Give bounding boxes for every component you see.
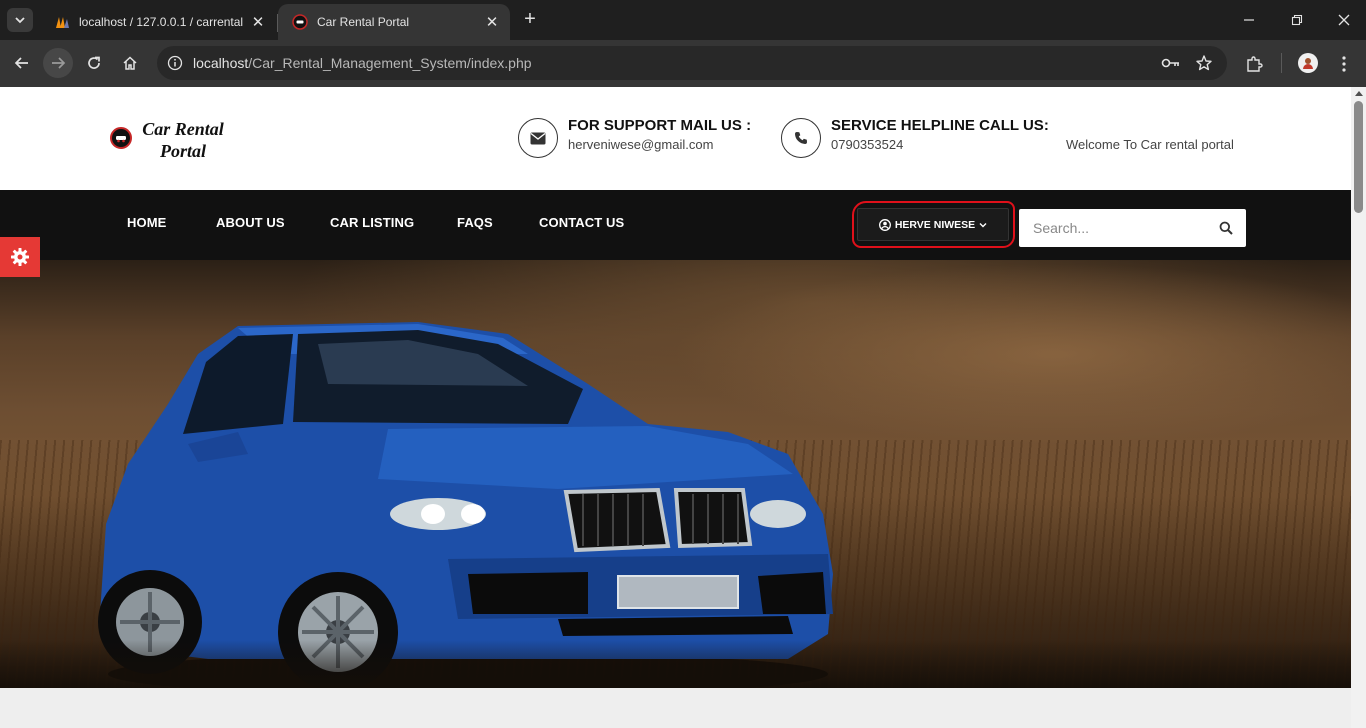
forward-icon[interactable]	[43, 48, 73, 78]
logo-line-2: Portal	[159, 141, 206, 161]
main-navbar: HOME ABOUT US CAR LISTING FAQS CONTACT U…	[0, 190, 1351, 260]
settings-gear-button[interactable]	[0, 237, 40, 277]
nav-faqs[interactable]: FAQS	[457, 215, 493, 230]
phone-icon	[781, 118, 821, 158]
site-header: Car Rental Portal FOR SUPPORT MAIL US : …	[0, 87, 1351, 190]
reload-icon[interactable]	[79, 48, 109, 78]
browser-tabstrip: localhost / 127.0.0.1 / carrental ✕ Car …	[0, 0, 1366, 40]
page-scrollbar[interactable]	[1351, 87, 1366, 728]
url-path: /Car_Rental_Management_System/index.php	[248, 55, 532, 71]
hero-car-image	[98, 322, 833, 688]
home-icon[interactable]	[115, 48, 145, 78]
tab-car-rental-portal[interactable]: Car Rental Portal ✕	[278, 4, 510, 40]
browser-toolbar: localhost/Car_Rental_Management_System/i…	[0, 40, 1366, 87]
nav-contact-us[interactable]: CONTACT US	[539, 215, 624, 230]
support-title: FOR SUPPORT MAIL US :	[568, 117, 752, 134]
page-viewport: Car Rental Portal FOR SUPPORT MAIL US : …	[0, 87, 1351, 728]
welcome-text: Welcome To Car rental portal	[1066, 137, 1234, 152]
car-logo-icon	[110, 127, 132, 149]
address-bar[interactable]: localhost/Car_Rental_Management_System/i…	[157, 46, 1227, 80]
scrollbar-thumb[interactable]	[1354, 101, 1363, 213]
url-text[interactable]: localhost/Car_Rental_Management_System/i…	[193, 55, 532, 71]
site-logo[interactable]: Car Rental Portal	[110, 118, 231, 162]
user-name: HERVE NIWESE	[894, 218, 976, 231]
close-tab-icon[interactable]: ✕	[482, 12, 502, 32]
logo-text: Car Rental Portal	[135, 118, 231, 162]
toolbar-separator	[1281, 53, 1282, 73]
search-input[interactable]	[1019, 209, 1205, 247]
logo-line-1: Car Rental	[142, 119, 224, 139]
tab-search-button[interactable]	[7, 8, 33, 32]
tab-phpmyadmin[interactable]: localhost / 127.0.0.1 / carrental ✕	[40, 4, 276, 40]
page-content-start	[0, 688, 1351, 728]
support-email[interactable]: herveniwese@gmail.com	[568, 137, 751, 152]
new-tab-icon[interactable]: +	[519, 9, 541, 31]
minimize-icon[interactable]	[1237, 8, 1261, 32]
hero-ground-shadow	[0, 640, 1351, 688]
hero-banner	[0, 260, 1351, 688]
envelope-icon	[518, 118, 558, 158]
tab-title: Car Rental Portal	[317, 15, 410, 29]
back-icon[interactable]	[7, 48, 37, 78]
site-info-icon[interactable]	[165, 53, 185, 73]
nav-about-us[interactable]: ABOUT US	[216, 215, 285, 230]
helpline-title: SERVICE HELPLINE CALL US:	[831, 117, 1049, 134]
url-host: localhost	[193, 55, 249, 71]
phpmyadmin-icon	[56, 17, 69, 28]
search-icon[interactable]	[1218, 220, 1234, 236]
extensions-puzzle-icon[interactable]	[1243, 53, 1265, 75]
more-menu-icon[interactable]	[1333, 53, 1355, 75]
bookmark-star-icon[interactable]	[1194, 53, 1214, 73]
nav-car-listing[interactable]: CAR LISTING	[330, 215, 414, 230]
scroll-up-arrow-icon[interactable]	[1355, 91, 1363, 96]
close-window-icon[interactable]	[1332, 8, 1356, 32]
close-tab-icon[interactable]: ✕	[248, 12, 268, 32]
support-mail-block: FOR SUPPORT MAIL US : herveniwese@gmail.…	[518, 118, 751, 158]
helpline-block: SERVICE HELPLINE CALL US: 0790353524	[781, 118, 1049, 158]
password-key-icon[interactable]	[1161, 53, 1181, 73]
user-circle-icon	[878, 218, 891, 231]
restore-icon[interactable]	[1285, 8, 1309, 32]
car-rental-icon	[292, 14, 308, 30]
chevron-down-icon	[979, 222, 987, 227]
chevron-down-icon	[15, 17, 25, 24]
site-search	[1019, 209, 1246, 247]
nav-home[interactable]: HOME	[127, 215, 166, 230]
gear-icon	[11, 248, 29, 266]
user-account-dropdown[interactable]: HERVE NIWESE	[857, 208, 1009, 241]
helpline-phone[interactable]: 0790353524	[831, 137, 1049, 152]
tab-title: localhost / 127.0.0.1 / carrental	[79, 15, 244, 29]
profile-avatar[interactable]	[1298, 53, 1318, 73]
